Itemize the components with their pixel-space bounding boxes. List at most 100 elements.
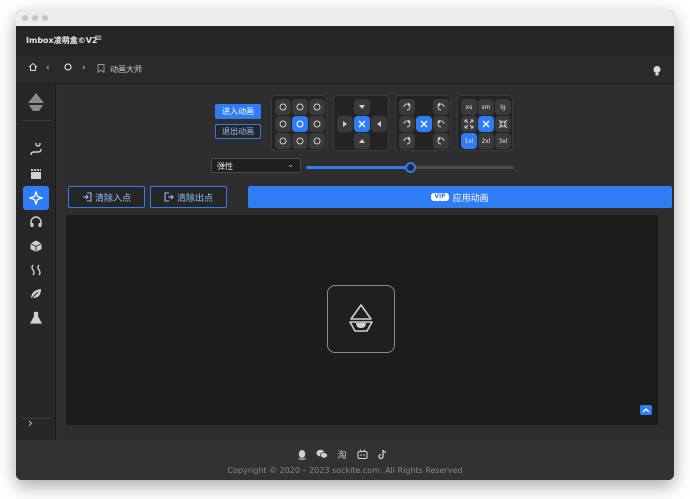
slider-handle[interactable] [404,162,416,173]
origin-middle-left[interactable] [275,116,291,132]
rotate-ccw-middle-button[interactable] [433,116,449,132]
size-lg-button[interactable]: lg [495,99,511,115]
forward-icon[interactable]: › [82,62,86,74]
enter-animation-button[interactable]: 进入动画 [215,104,261,119]
origin-top-center[interactable] [292,99,308,115]
origin-bottom-left[interactable] [275,133,291,149]
direction-left-button[interactable] [371,116,387,132]
preview-object [327,285,395,353]
size-2xl-button[interactable]: 2xl [478,133,494,149]
minimize-window-button[interactable] [32,15,38,21]
qq-icon[interactable] [296,448,308,460]
sidebar: › [16,84,56,480]
sidebar-item-cube[interactable] [23,234,49,258]
direction-none-button[interactable] [354,116,370,132]
sidebar-expand-icon[interactable]: › [28,416,33,430]
scroll-to-top-button[interactable] [640,405,652,415]
clear-out-point-button[interactable]: 清除出点 [150,186,227,208]
close-icon [420,120,428,128]
rotate-cw-bottom-button[interactable] [399,133,415,149]
bilibili-icon[interactable] [356,448,368,460]
size-1xl-button[interactable]: 1xl [461,133,477,149]
clear-out-point-label: 清除出点 [176,193,213,204]
app-logo-icon [349,304,373,332]
easing-value: 弹性 [217,162,233,171]
apply-animation-button[interactable]: VIP 应用动画 [248,186,672,208]
sidebar-item-flask[interactable] [23,306,49,330]
close-icon [358,120,366,128]
menu-icon[interactable]: ≡ [94,33,102,44]
origin-center[interactable] [292,116,308,132]
app-window: Imbox凌萌盒©V2 ≡ ‹ › 动画大师 › 进入动画 退出动画 xs sm… [16,10,674,480]
cube-icon [30,240,42,252]
origin-bottom-right[interactable] [309,133,325,149]
rotate-ccw-top-button[interactable] [433,99,449,115]
triangle-up-icon [359,139,365,143]
bookmark-icon[interactable] [97,64,105,77]
origin-bottom-center[interactable] [292,133,308,149]
app-logo-icon[interactable] [24,90,48,114]
sparkle-icon [29,191,43,205]
vip-badge: VIP [431,193,449,201]
origin-top-left[interactable] [275,99,291,115]
direction-panel [333,95,389,151]
leaf-icon [30,289,41,300]
size-sm-button[interactable]: sm [478,99,494,115]
rotate-cw-top-button[interactable] [399,99,415,115]
chevron-up-icon [642,408,650,413]
copyright-text: Copyright © 2020 – 2023 sockite.com. All… [227,466,463,475]
easing-select[interactable]: 弹性 ⌄ [211,158,301,173]
pipette-icon [30,143,42,156]
headphones-icon [30,216,42,227]
size-xs-button[interactable]: xs [461,99,477,115]
rotate-ccw-bottom-button[interactable] [433,133,449,149]
sidebar-divider [22,418,50,419]
triangle-down-icon [359,105,365,109]
direction-down-button[interactable] [354,99,370,115]
home-icon[interactable] [28,62,38,76]
sidebar-item-animation[interactable] [23,186,49,210]
clear-in-point-label: 清除入点 [94,193,131,204]
rotate-counterclockwise-icon [437,119,445,128]
origin-grid-panel [271,95,327,151]
sidebar-item-leaf[interactable] [23,282,49,306]
zoom-in-button[interactable] [461,116,477,132]
exit-animation-button[interactable]: 退出动画 [215,124,261,139]
taobao-icon[interactable]: 淘 [336,448,348,461]
origin-middle-right[interactable] [309,116,325,132]
login-icon [82,192,92,202]
app-title: Imbox凌萌盒©V2 [26,36,98,45]
tiktok-icon[interactable] [376,448,388,460]
scale-none-button[interactable] [478,116,494,132]
lightbulb-icon[interactable] [652,62,662,81]
animation-master-panel: 进入动画 退出动画 xs sm lg 1xl 2xl 3xl 弹性 ⌄ 清除入点… [57,84,674,440]
rotate-clockwise-icon [403,102,411,111]
speed-slider[interactable] [306,162,514,173]
flask-icon [29,311,43,324]
close-window-button[interactable] [22,15,28,21]
compress-icon [498,119,508,129]
rotate-clockwise-icon [403,136,411,145]
refresh-icon[interactable] [63,62,73,76]
clear-in-point-button[interactable]: 清除入点 [68,186,145,208]
sidebar-item-wave[interactable] [23,258,49,282]
zoom-window-button[interactable] [42,15,48,21]
direction-up-button[interactable] [354,133,370,149]
window-titlebar [16,10,674,26]
rotate-cw-middle-button[interactable] [399,116,415,132]
wechat-icon[interactable] [316,448,328,460]
rotate-none-button[interactable] [416,116,432,132]
rotate-clockwise-icon [403,119,411,128]
back-icon[interactable]: ‹ [46,62,50,74]
zoom-out-button[interactable] [495,116,511,132]
origin-top-right[interactable] [309,99,325,115]
sidebar-item-pipette[interactable] [23,138,49,162]
logout-icon [164,192,174,202]
size-3xl-button[interactable]: 3xl [495,133,511,149]
sidebar-item-clapperboard[interactable] [23,162,49,186]
navigation-bar: ‹ › 动画大师 [16,56,674,84]
sidebar-item-headphones[interactable] [23,210,49,234]
direction-right-button[interactable] [337,116,353,132]
app-header: Imbox凌萌盒©V2 ≡ [16,26,674,56]
wave-icon [31,264,41,276]
